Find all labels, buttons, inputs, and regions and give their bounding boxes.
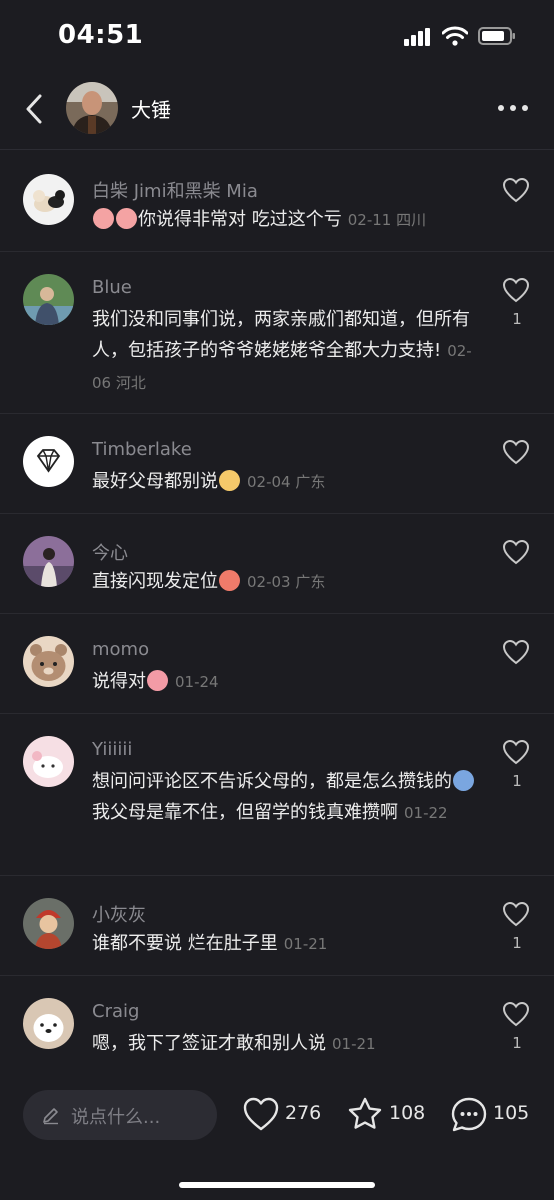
avatar[interactable] (23, 998, 74, 1049)
star-icon (348, 1097, 382, 1129)
heart-icon[interactable] (502, 901, 530, 927)
comment-username[interactable]: 白柴 Jimi和黑柴 Mia (92, 177, 258, 203)
avatar[interactable] (23, 274, 74, 325)
heart-icon[interactable] (502, 739, 530, 765)
heart-icon[interactable] (502, 1001, 530, 1027)
avatar[interactable] (23, 436, 74, 487)
header: 大锤 (0, 72, 554, 150)
heart-icon[interactable] (502, 177, 530, 203)
comment-username[interactable]: 今心 (92, 539, 128, 565)
comment-body: 说得对 (92, 671, 146, 692)
header-username[interactable]: 大锤 (131, 94, 171, 123)
comment-item[interactable]: Craig 嗯，我下了签证才敢和别人说 01-21 1 (0, 976, 554, 1076)
heart-icon (243, 1097, 279, 1131)
comment-button[interactable]: 105 (450, 1094, 532, 1136)
battery-icon (478, 27, 515, 45)
comment-text: 嗯，我下了签证才敢和别人说 01-21 (92, 1028, 482, 1060)
like-count: 1 (512, 1034, 522, 1052)
favorite-button[interactable]: 108 (346, 1094, 428, 1136)
home-indicator (179, 1182, 375, 1188)
comment-date: 01-22 (404, 804, 448, 822)
comment-body: 直接闪现发定位 (92, 571, 218, 592)
comment-text: 想问问评论区不告诉父母的，都是怎么攒钱的我父母是靠不住，但留学的钱真难攒啊 01-… (92, 766, 482, 829)
status-time: 04:51 (58, 20, 144, 50)
like-count: 1 (512, 934, 522, 952)
like-button[interactable]: 276 (242, 1094, 324, 1136)
comment-body: 我父母是靠不住，但留学的钱真难攒啊 (92, 802, 398, 823)
heart-icon[interactable] (502, 277, 530, 303)
avatar[interactable] (23, 174, 74, 225)
status-bar: 04:51 (0, 0, 554, 70)
more-icon[interactable] (496, 102, 530, 114)
comment-username[interactable]: 小灰灰 (92, 901, 146, 927)
comment-text: 我们没和同事们说，两家亲戚们都知道，但所有人，包括孩子的爷爷姥姥姥爷全都大力支持… (92, 304, 482, 399)
comment-username[interactable]: Blue (92, 277, 132, 298)
comment-date: 01-21 (283, 935, 328, 953)
like-count: 1 (512, 310, 522, 328)
comment-body: 你说得非常对 吃过这个亏 (138, 209, 342, 230)
comment-date: 01-24 (175, 673, 219, 691)
comment-list: 白柴 Jimi和黑柴 Mia 你说得非常对 吃过这个亏 02-11 四川 Blue… (0, 152, 554, 1076)
comment-input[interactable]: 说点什么... (23, 1090, 217, 1140)
emoji-peach-icon (116, 208, 137, 229)
emoji-fear-icon (453, 770, 474, 791)
comment-username[interactable]: Craig (92, 1001, 139, 1022)
comment-item[interactable]: momo 说得对 01-24 (0, 614, 554, 714)
comment-text: 谁都不要说 烂在肚子里 01-21 (92, 928, 482, 960)
heart-icon[interactable] (502, 639, 530, 665)
back-icon[interactable] (22, 92, 46, 126)
header-avatar[interactable] (66, 82, 118, 134)
comment-item[interactable]: Timberlake 最好父母都别说 02-04 广东 (0, 414, 554, 514)
avatar[interactable] (23, 636, 74, 687)
emoji-face-icon (219, 570, 240, 591)
favorite-count: 108 (389, 1102, 426, 1124)
comment-body: 想问问评论区不告诉父母的，都是怎么攒钱的 (92, 771, 452, 792)
emoji-crying-icon (147, 670, 168, 691)
avatar[interactable] (23, 898, 74, 949)
comment-icon (451, 1097, 487, 1132)
comment-item[interactable]: 今心 直接闪现发定位 02-03 广东 (0, 514, 554, 614)
comment-count: 105 (493, 1102, 530, 1124)
comment-date: 01-21 (332, 1035, 376, 1053)
comment-body: 谁都不要说 烂在肚子里 (92, 933, 278, 954)
comment-item[interactable]: 白柴 Jimi和黑柴 Mia 你说得非常对 吃过这个亏 02-11 四川 (0, 152, 554, 252)
avatar[interactable] (23, 536, 74, 587)
comment-text: 你说得非常对 吃过这个亏 02-11 四川 (92, 204, 482, 236)
avatar[interactable] (23, 736, 74, 787)
comment-text: 说得对 01-24 (92, 666, 482, 698)
comment-item[interactable]: 小灰灰 谁都不要说 烂在肚子里 01-21 1 (0, 876, 554, 976)
heart-icon[interactable] (502, 439, 530, 465)
emoji-peach-icon (93, 208, 114, 229)
comment-body: 我们没和同事们说，两家亲戚们都知道，但所有人，包括孩子的爷爷姥姥姥爷全都大力支持… (92, 309, 470, 361)
comment-text: 直接闪现发定位 02-03 广东 (92, 566, 482, 598)
like-count: 276 (285, 1102, 322, 1124)
pencil-icon (43, 1108, 58, 1125)
bottom-bar: 说点什么... 276 108 105 (0, 1076, 554, 1200)
comment-date: 02-11 四川 (347, 211, 427, 229)
comment-username[interactable]: momo (92, 639, 149, 660)
signal-icon (404, 28, 430, 46)
comment-body: 嗯，我下了签证才敢和别人说 (92, 1033, 326, 1054)
comment-body: 最好父母都别说 (92, 471, 218, 492)
comment-item[interactable]: Yiiiiii 想问问评论区不告诉父母的，都是怎么攒钱的我父母是靠不住，但留学的… (0, 714, 554, 876)
wifi-icon (442, 26, 468, 46)
comment-item[interactable]: Blue 我们没和同事们说，两家亲戚们都知道，但所有人，包括孩子的爷爷姥姥姥爷全… (0, 252, 554, 414)
heart-icon[interactable] (502, 539, 530, 565)
emoji-face-icon (219, 470, 240, 491)
like-count: 1 (512, 772, 522, 790)
comment-date: 02-03 广东 (247, 573, 326, 591)
comment-date: 02-04 广东 (247, 473, 326, 491)
input-placeholder: 说点什么... (71, 1107, 161, 1128)
comment-username[interactable]: Timberlake (92, 439, 192, 460)
comment-text: 最好父母都别说 02-04 广东 (92, 466, 482, 498)
comment-username[interactable]: Yiiiiii (92, 739, 132, 760)
